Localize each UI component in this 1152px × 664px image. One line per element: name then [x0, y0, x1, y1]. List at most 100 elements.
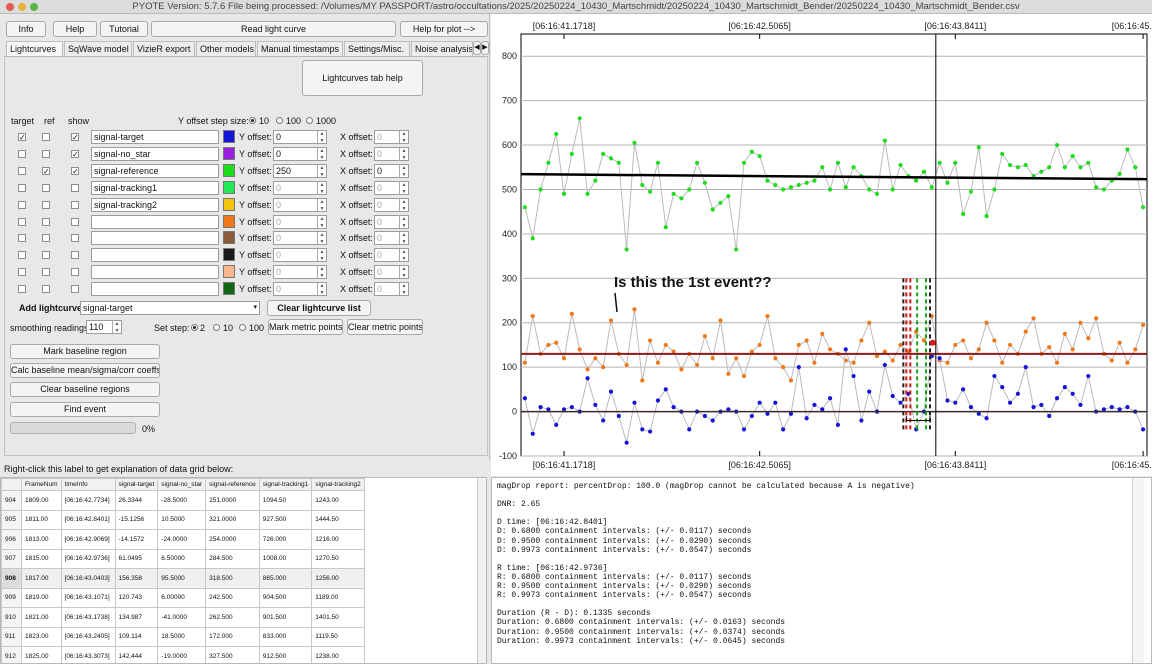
y-offset-input[interactable]: 0 ▲ ▼ — [273, 265, 327, 279]
minimize-window-icon[interactable] — [18, 3, 26, 11]
row-header[interactable]: 907 — [1, 548, 22, 569]
row-header[interactable]: 909 — [1, 587, 22, 608]
y-offset-input[interactable]: 0 ▲ ▼ — [273, 248, 327, 262]
table-cell[interactable]: 1216.00 — [311, 529, 365, 550]
target-checkbox[interactable] — [18, 150, 26, 158]
table-row[interactable]: 905 1811.00 [06:16:42.8401] -15.1256 10.5000… — [1, 509, 365, 530]
grid-column-header[interactable]: signal-no_star — [157, 478, 207, 491]
show-checkbox[interactable] — [71, 251, 79, 259]
table-cell[interactable]: 26.3344 — [114, 490, 159, 511]
grid-column-header[interactable]: signal-reference — [205, 478, 260, 491]
x-offset-stepper-icon[interactable]: ▲ ▼ — [399, 249, 408, 261]
ref-checkbox[interactable] — [42, 268, 50, 276]
report-panel[interactable]: magDrop report: percentDrop: 100.0 (magD… — [491, 477, 1152, 664]
table-cell[interactable]: 912.500 — [258, 646, 313, 663]
info-button[interactable]: Info — [6, 21, 46, 37]
color-swatch[interactable] — [223, 147, 235, 160]
table-cell[interactable]: 95.5000 — [157, 568, 207, 589]
ref-checkbox[interactable] — [42, 201, 50, 209]
x-offset-stepper-icon[interactable]: ▲ ▼ — [399, 165, 408, 177]
table-cell[interactable]: 18.5000 — [157, 626, 207, 647]
y-offset-input[interactable]: 250 ▲ ▼ — [273, 164, 327, 178]
y-offset-stepper-icon[interactable]: ▲ ▼ — [317, 182, 326, 194]
lightcurve-name-field[interactable]: signal-tracking2 — [91, 198, 219, 212]
color-swatch[interactable] — [223, 164, 235, 177]
x-offset-stepper-icon[interactable]: ▲ ▼ — [399, 283, 408, 295]
row-header[interactable]: 908 — [1, 568, 22, 589]
y-offset-input[interactable]: 0 ▲ ▼ — [273, 231, 327, 245]
show-checkbox[interactable] — [71, 268, 79, 276]
table-cell[interactable]: 1809.00 — [21, 490, 62, 511]
table-cell[interactable]: -28.5000 — [157, 490, 207, 511]
tab-manual-timestamps[interactable]: Manual timestamps — [257, 41, 343, 56]
x-offset-input[interactable]: 0 ▲ ▼ — [374, 164, 409, 178]
show-checkbox[interactable] — [71, 218, 79, 226]
table-cell[interactable]: 1825.00 — [21, 646, 62, 663]
show-checkbox[interactable] — [71, 184, 79, 192]
ref-checkbox[interactable] — [42, 133, 50, 141]
table-cell[interactable]: 1811.00 — [21, 509, 62, 530]
target-checkbox[interactable] — [18, 167, 26, 175]
color-swatch[interactable] — [223, 231, 235, 244]
y-offset-stepper-icon[interactable]: ▲ ▼ — [317, 232, 326, 244]
help-for-plot-button[interactable]: Help for plot --> — [400, 21, 488, 37]
show-checkbox[interactable]: ✓ — [71, 150, 79, 159]
mark-baseline-region-button[interactable]: Mark baseline region — [10, 344, 160, 359]
table-cell[interactable]: 172.000 — [205, 626, 260, 647]
y-offset-stepper-icon[interactable]: ▲ ▼ — [317, 216, 326, 228]
table-row[interactable]: 904 1809.00 [06:16:42.7734] 26.3344 -28.5000… — [1, 490, 365, 511]
table-cell[interactable]: 1401.50 — [311, 607, 365, 628]
tab-other-models[interactable]: Other models — [196, 41, 256, 56]
y-offset-input[interactable]: 0 ▲ ▼ — [273, 282, 327, 296]
plot-panel[interactable]: 800 700 600 500 400 300 200 100 0 -100 [06:16:41.1… — [491, 14, 1152, 476]
y-offset-stepper-icon[interactable]: ▲ ▼ — [317, 148, 326, 160]
row-header[interactable]: 904 — [1, 490, 22, 511]
x-offset-input[interactable]: 0 ▲ ▼ — [374, 147, 409, 161]
y-offset-stepper-icon[interactable]: ▲ ▼ — [317, 165, 326, 177]
y-offset-stepper-icon[interactable]: ▲ ▼ — [317, 131, 326, 143]
table-cell[interactable]: 1189.00 — [311, 587, 365, 608]
help-button[interactable]: Help — [53, 21, 97, 37]
table-cell[interactable]: 1270.50 — [311, 548, 365, 569]
table-cell[interactable]: 927.500 — [258, 509, 313, 530]
y-offset-stepper-icon[interactable]: ▲ ▼ — [317, 266, 326, 278]
lightcurve-name-field[interactable] — [91, 231, 219, 245]
y-offset-input[interactable]: 0 ▲ ▼ — [273, 198, 327, 212]
grid-column-header[interactable]: FrameNum — [21, 478, 62, 491]
data-grid-hint-label[interactable]: Right-click this label to get explanatio… — [4, 464, 233, 474]
zoom-window-icon[interactable] — [30, 3, 38, 11]
target-checkbox[interactable] — [18, 234, 26, 242]
table-cell[interactable]: 901.500 — [258, 607, 313, 628]
report-scrollbar[interactable] — [1132, 478, 1144, 663]
table-cell[interactable]: [06:16:42.9736] — [60, 548, 116, 569]
tab-noise-analysis[interactable]: Noise analysis/ — [411, 41, 473, 56]
grid-column-header[interactable]: signal-tracking1 — [258, 478, 313, 491]
show-checkbox[interactable] — [71, 201, 79, 209]
y-offset-stepper-icon[interactable]: ▲ ▼ — [317, 249, 326, 261]
smoothing-readings-input[interactable]: 110 ▲ ▼ — [86, 320, 122, 334]
table-cell[interactable]: 904.500 — [258, 587, 313, 608]
lightcurve-name-field[interactable]: signal-reference — [91, 164, 219, 178]
table-cell[interactable]: 142.444 — [114, 646, 159, 663]
table-cell[interactable]: 10.5000 — [157, 509, 207, 530]
grid-column-header[interactable]: timeInfo — [60, 478, 116, 491]
x-offset-input[interactable]: 0 ▲ ▼ — [374, 231, 409, 245]
lightcurve-name-field[interactable]: signal-target — [91, 130, 219, 144]
table-cell[interactable]: 251.0000 — [205, 490, 260, 511]
lightcurve-name-field[interactable]: signal-tracking1 — [91, 181, 219, 195]
row-header[interactable]: 911 — [1, 626, 22, 647]
data-grid[interactable]: FrameNum timeInfo signal-target signal-no_s… — [0, 477, 487, 664]
ref-checkbox[interactable] — [42, 234, 50, 242]
table-row[interactable]: 911 1823.00 [06:16:43.2405] 109.114 18.5000 1… — [1, 626, 365, 647]
y-offset-stepper-icon[interactable]: ▲ ▼ — [317, 199, 326, 211]
y-step-radio-10[interactable] — [249, 117, 256, 124]
table-cell[interactable]: [06:16:43.0403] — [60, 568, 116, 589]
x-offset-input[interactable]: 0 ▲ ▼ — [374, 198, 409, 212]
ref-checkbox[interactable] — [42, 285, 50, 293]
table-row[interactable]: 910 1821.00 [06:16:43.1738] 134.987 -41.0000… — [1, 607, 365, 628]
color-swatch[interactable] — [223, 181, 235, 194]
table-cell[interactable]: 865.000 — [258, 568, 313, 589]
table-cell[interactable]: 1008.00 — [258, 548, 313, 569]
y-offset-input[interactable]: 0 ▲ ▼ — [273, 215, 327, 229]
table-cell[interactable]: -41.0000 — [157, 607, 207, 628]
